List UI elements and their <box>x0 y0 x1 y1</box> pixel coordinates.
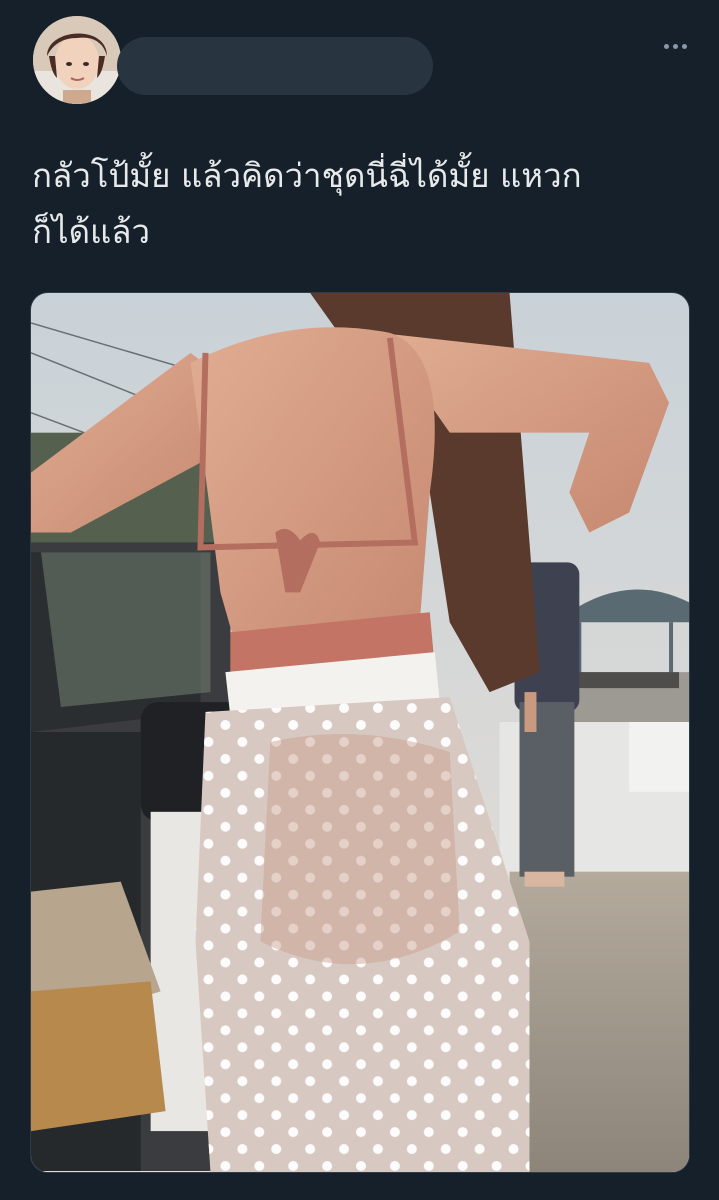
user-avatar[interactable] <box>33 16 121 104</box>
tweet-card: กลัวโป้มั้ย แล้วคิดว่าชุดนี่ฉี่ได้มั้ย แ… <box>0 0 719 1200</box>
more-options-button[interactable] <box>657 32 693 60</box>
tweet-text: กลัวโป้มั้ย แล้วคิดว่าชุดนี่ฉี่ได้มั้ย แ… <box>32 148 672 260</box>
avatar-photo-icon <box>33 16 121 104</box>
attached-photo <box>31 293 689 1172</box>
tweet-text-line: กลัวโป้มั้ย แล้วคิดว่าชุดนี่ฉี่ได้มั้ย แ… <box>32 156 582 195</box>
more-horizontal-icon <box>663 43 669 49</box>
tweet-text-line: ก็ได้แล้ว <box>32 212 151 251</box>
tweet-photo[interactable] <box>30 292 690 1173</box>
redacted-username <box>117 37 433 95</box>
